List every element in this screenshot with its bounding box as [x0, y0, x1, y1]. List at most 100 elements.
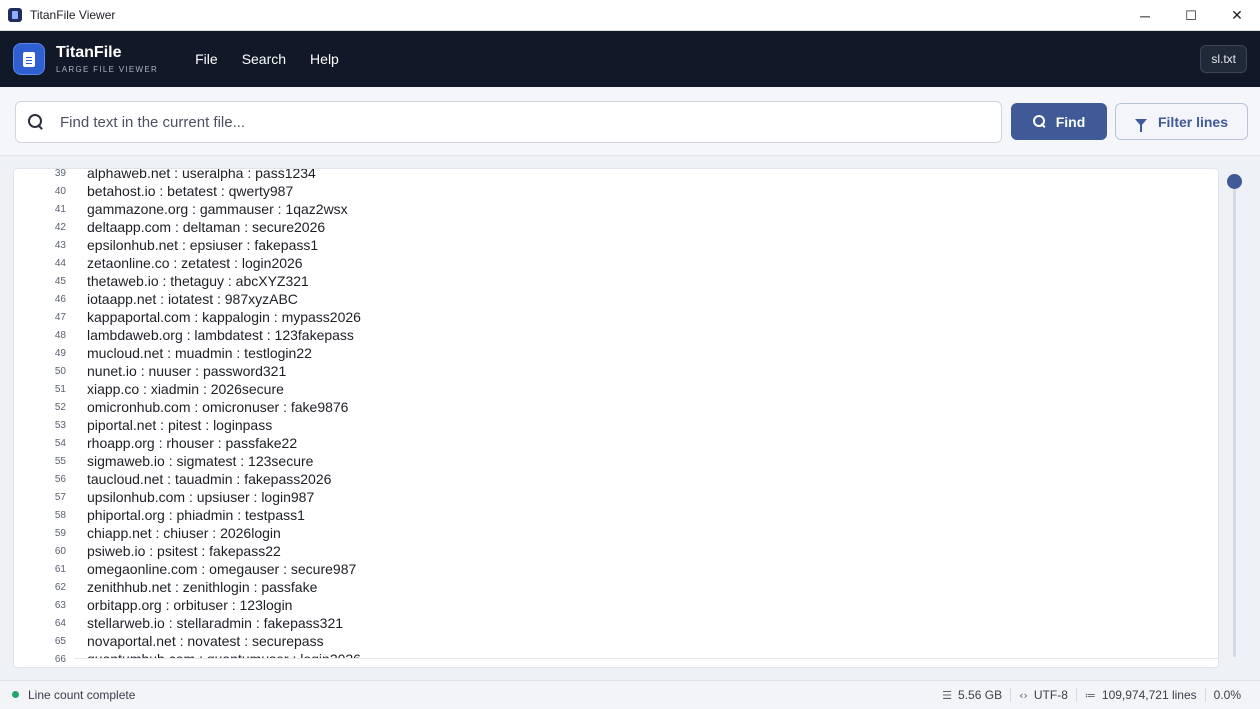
minimize-button[interactable]: ─ [1122, 0, 1168, 31]
line-number: 56 [54, 473, 66, 485]
progress-stat: 0.0% [1204, 688, 1249, 702]
file-line[interactable]: 64 stellarweb.io : stellaradmin : fakepas… [14, 614, 1218, 632]
line-number: 50 [54, 365, 66, 377]
line-text: psiweb.io : psitest : fakepass22 [87, 543, 281, 559]
current-file-badge[interactable]: sl.txt [1200, 45, 1247, 73]
file-line[interactable]: 40 betahost.io : betatest : qwerty987 [14, 182, 1218, 200]
horizontal-scrollbar[interactable] [74, 658, 1218, 667]
search-box [15, 101, 1002, 143]
menu-help[interactable]: Help [310, 51, 339, 67]
line-text: lambdaweb.org : lambdatest : 123fakepass [87, 327, 354, 343]
line-number: 49 [54, 347, 66, 359]
line-number: 66 [54, 653, 66, 665]
window-titlebar: TitanFile Viewer ─ ☐ ✕ [0, 0, 1260, 31]
line-number: 39 [54, 168, 66, 179]
file-line[interactable]: 44 zetaonline.co : zetatest : login2026 [14, 254, 1218, 272]
brand: TitanFile LARGE FILE VIEWER [56, 44, 158, 74]
filter-label: Filter lines [1157, 113, 1229, 130]
find-button[interactable]: Find [1011, 103, 1107, 140]
find-label: Find [1055, 113, 1086, 130]
line-number: 41 [54, 203, 66, 215]
file-line[interactable]: 45 thetaweb.io : thetaguy : abcXYZ321 [14, 272, 1218, 290]
line-number: 52 [54, 401, 66, 413]
file-line[interactable]: 47 kappaportal.com : kappalogin : mypass2… [14, 308, 1218, 326]
line-number: 54 [54, 437, 66, 449]
vertical-scroll-thumb[interactable] [1227, 174, 1242, 189]
list-icon: ≔ [1084, 688, 1096, 702]
line-number: 53 [54, 419, 66, 431]
line-number: 65 [54, 635, 66, 647]
file-line[interactable]: 46 iotaapp.net : iotatest : 987xyzABC [14, 290, 1218, 308]
line-text: deltaapp.com : deltaman : secure2026 [87, 219, 326, 235]
menu-search[interactable]: Search [242, 51, 286, 67]
search-input[interactable] [60, 113, 960, 131]
line-number: 47 [54, 311, 66, 323]
file-line[interactable]: 55 sigmaweb.io : sigmatest : 123secure [14, 452, 1218, 470]
file-line[interactable]: 39 alphaweb.net : useralpha : pass1234 [14, 168, 1218, 182]
status-stats: ☰ 5.56 GB ‹› UTF-8 ≔ 109,974,721 lines 0… [934, 681, 1249, 709]
line-text: phiportal.org : phiadmin : testpass1 [87, 507, 305, 523]
file-line[interactable]: 43 epsilonhub.net : epsiuser : fakepass1 [14, 236, 1218, 254]
file-lines: 39 alphaweb.net : useralpha : pass1234 40 b… [14, 168, 1218, 667]
app-header: TitanFile LARGE FILE VIEWER File Search … [0, 31, 1260, 87]
file-line[interactable]: 42 deltaapp.com : deltaman : secure2026 [14, 218, 1218, 236]
file-content-view[interactable]: 39 alphaweb.net : useralpha : pass1234 40 b… [13, 168, 1219, 668]
line-text: epsilonhub.net : epsiuser : fakepass1 [87, 237, 319, 253]
line-number: 46 [54, 293, 66, 305]
file-line[interactable]: 58 phiportal.org : phiadmin : testpass1 [14, 506, 1218, 524]
search-icon [1032, 115, 1046, 128]
close-button[interactable]: ✕ [1214, 0, 1260, 31]
file-line[interactable]: 48 lambdaweb.org : lambdatest : 123fakepa… [14, 326, 1218, 344]
filter-lines-button[interactable]: Filter lines [1115, 103, 1248, 140]
file-line[interactable]: 41 gammazone.org : gammauser : 1qaz2wsx [14, 200, 1218, 218]
app-icon [8, 8, 22, 22]
line-text: rhoapp.org : rhouser : passfake22 [87, 435, 298, 451]
maximize-button[interactable]: ☐ [1168, 0, 1214, 31]
file-line[interactable]: 54 rhoapp.org : rhouser : passfake22 [14, 434, 1218, 452]
line-text: omicronhub.com : omicronuser : fake9876 [87, 399, 349, 415]
menu-file[interactable]: File [195, 51, 218, 67]
line-count-stat: ≔ 109,974,721 lines [1075, 688, 1205, 702]
file-line[interactable]: 51 xiapp.co : xiadmin : 2026secure [14, 380, 1218, 398]
progress-percent: 0.0% [1213, 688, 1241, 702]
line-text: kappaportal.com : kappalogin : mypass202… [87, 309, 361, 325]
file-line[interactable]: 57 upsilonhub.com : upsiuser : login987 [14, 488, 1218, 506]
search-icon [28, 114, 44, 130]
file-line[interactable]: 52 omicronhub.com : omicronuser : fake987… [14, 398, 1218, 416]
file-line[interactable]: 63 orbitapp.org : orbituser : 123login [14, 596, 1218, 614]
line-number: 57 [54, 491, 66, 503]
line-text: sigmaweb.io : sigmatest : 123secure [87, 453, 314, 469]
file-line[interactable]: 53 piportal.net : pitest : loginpass [14, 416, 1218, 434]
code-icon: ‹› [1019, 688, 1028, 702]
line-text: stellarweb.io : stellaradmin : fakepass3… [87, 615, 344, 631]
search-toolbar: Find Filter lines [0, 87, 1260, 156]
line-text: xiapp.co : xiadmin : 2026secure [87, 381, 284, 397]
line-text: upsilonhub.com : upsiuser : login987 [87, 489, 315, 505]
brand-name: TitanFile [56, 44, 122, 61]
line-text: taucloud.net : tauadmin : fakepass2026 [87, 471, 332, 487]
line-text: thetaweb.io : thetaguy : abcXYZ321 [87, 273, 309, 289]
status-bar: Line count complete ☰ 5.56 GB ‹› UTF-8 ≔… [0, 680, 1260, 708]
line-text: zetaonline.co : zetatest : login2026 [87, 255, 303, 271]
file-line[interactable]: 49 mucloud.net : muadmin : testlogin22 [14, 344, 1218, 362]
line-number: 58 [54, 509, 66, 521]
file-line[interactable]: 65 novaportal.net : novatest : securepass [14, 632, 1218, 650]
line-number: 40 [54, 185, 66, 197]
file-line[interactable]: 50 nunet.io : nuuser : password321 [14, 362, 1218, 380]
line-number: 59 [54, 527, 66, 539]
database-icon: ☰ [942, 688, 953, 702]
filter-icon [1134, 118, 1147, 132]
file-line[interactable]: 62 zenithhub.net : zenithlogin : passfake [14, 578, 1218, 596]
file-line[interactable]: 61 omegaonline.com : omegauser : secure98… [14, 560, 1218, 578]
line-text: novaportal.net : novatest : securepass [87, 633, 324, 649]
file-line[interactable]: 59 chiapp.net : chiuser : 2026login [14, 524, 1218, 542]
brand-logo-icon [13, 43, 45, 75]
line-text: nunet.io : nuuser : password321 [87, 363, 287, 379]
file-line[interactable]: 60 psiweb.io : psitest : fakepass22 [14, 542, 1218, 560]
encoding-stat: ‹› UTF-8 [1010, 688, 1076, 702]
window-title: TitanFile Viewer [30, 8, 116, 22]
file-line[interactable]: 56 taucloud.net : tauadmin : fakepass2026 [14, 470, 1218, 488]
line-number: 51 [54, 383, 66, 395]
vertical-scroll-track[interactable] [1233, 182, 1236, 657]
line-text: iotaapp.net : iotatest : 987xyzABC [87, 291, 298, 307]
